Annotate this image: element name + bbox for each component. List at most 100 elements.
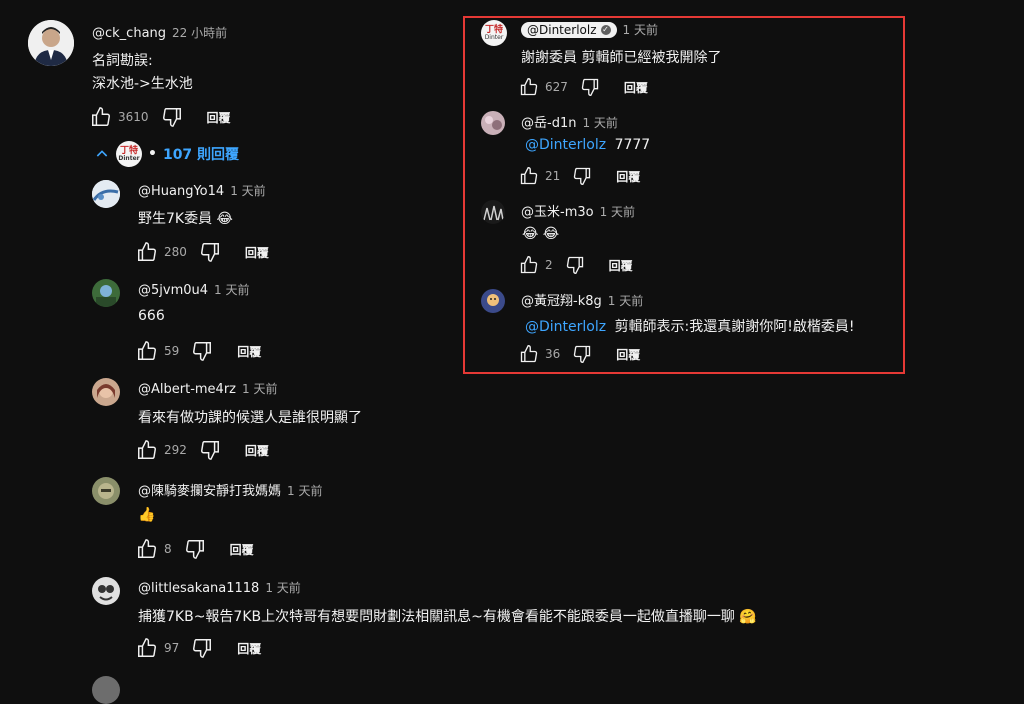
thumb-up-icon[interactable]: [519, 166, 539, 186]
reply-header: @玉米-m3o 1 天前: [521, 201, 635, 220]
thumb-down-icon[interactable]: [191, 340, 213, 362]
reply-avatar[interactable]: [481, 111, 505, 135]
reply-time[interactable]: 1 天前: [608, 292, 643, 309]
reply-button[interactable]: 回覆: [609, 257, 633, 274]
reply-text: 捕獲7KB~報告7KB上次特哥有想要問財劃法相關訊息~有機會看能不能跟委員一起做…: [138, 609, 757, 625]
thumb-up-icon[interactable]: [136, 340, 158, 362]
reply-author[interactable]: @HuangYo14: [138, 184, 224, 199]
reply-text: @Dinterlolz 7777: [525, 137, 650, 153]
reply-avatar[interactable]: [481, 289, 505, 313]
reply-author[interactable]: @littlesakana1118: [138, 581, 259, 596]
reply-actions: 2 回覆: [519, 254, 633, 276]
thumb-up-icon[interactable]: [136, 637, 158, 659]
reply-button[interactable]: 回覆: [616, 168, 640, 185]
creator-badge[interactable]: @Dinterlolz ✓: [521, 21, 617, 38]
main-comment-actions: 3610 回覆: [90, 106, 231, 128]
reply-actions: 21 回覆: [519, 165, 640, 187]
reply-author[interactable]: @黃冠翔-k8g: [521, 290, 602, 309]
reply-button[interactable]: 回覆: [245, 244, 269, 261]
creator-avatar[interactable]: 丁特 Dinter: [481, 20, 507, 46]
reply-mention[interactable]: @Dinterlolz: [525, 319, 606, 335]
reply-actions: 97 回覆: [136, 637, 261, 659]
main-comment-line1: 名詞勘誤:: [92, 53, 153, 69]
reply-header: @5jvm0u4 1 天前: [138, 281, 249, 298]
reply-text: 謝謝委員 剪輯師已經被我開除了: [521, 50, 722, 66]
reply-author[interactable]: @5jvm0u4: [138, 283, 208, 298]
thumb-down-icon[interactable]: [184, 538, 206, 560]
reply-header: @HuangYo14 1 天前: [138, 182, 266, 199]
reply-text: 看來有做功課的候選人是誰很明顯了: [138, 410, 362, 426]
reply-avatar[interactable]: [92, 577, 120, 605]
reply-avatar[interactable]: [92, 279, 120, 307]
reply-button[interactable]: 回覆: [245, 442, 269, 459]
thumb-down-icon[interactable]: [565, 255, 585, 275]
reply-button[interactable]: 回覆: [624, 79, 648, 96]
reply-author[interactable]: @玉米-m3o: [521, 201, 594, 220]
reply-header: @黃冠翔-k8g 1 天前: [521, 290, 643, 309]
reply-author[interactable]: @陳騎麥攔安靜打我媽媽: [138, 480, 281, 499]
reply-button[interactable]: 回覆: [207, 109, 231, 126]
thumb-up-icon[interactable]: [136, 439, 158, 461]
like-count: 292: [164, 443, 187, 457]
comment-time[interactable]: 22 小時前: [172, 24, 227, 41]
reply-avatar[interactable]: [92, 676, 120, 704]
like-count: 8: [164, 542, 172, 556]
reply-time[interactable]: 1 天前: [600, 203, 635, 220]
reply-avatar[interactable]: [92, 180, 120, 208]
reply-time[interactable]: 1 天前: [242, 380, 277, 397]
reply-button[interactable]: 回覆: [230, 541, 254, 558]
thumb-down-icon[interactable]: [199, 439, 221, 461]
thumb-down-icon[interactable]: [580, 77, 600, 97]
reply-avatar[interactable]: [92, 477, 120, 505]
reply-avatar[interactable]: [481, 200, 505, 224]
creator-avatar-chip: 丁特 Dinter: [116, 141, 142, 167]
reply-button[interactable]: 回覆: [237, 343, 261, 360]
reply-avatar[interactable]: [92, 378, 120, 406]
reply-button[interactable]: 回覆: [237, 640, 261, 657]
reply-time[interactable]: 1 天前: [265, 579, 300, 596]
thumb-down-icon[interactable]: [572, 344, 592, 364]
reply-text: 😂 😂: [522, 226, 560, 242]
reply-text: 👍: [138, 507, 156, 523]
thumb-up-icon[interactable]: [519, 77, 539, 97]
reply-author[interactable]: @Albert-me4rz: [138, 382, 236, 397]
like-count: 2: [545, 258, 553, 272]
reply-time[interactable]: 1 天前: [287, 482, 322, 499]
reply-mention[interactable]: @Dinterlolz: [525, 137, 606, 153]
thumb-down-icon[interactable]: [161, 106, 183, 128]
thumb-down-icon[interactable]: [199, 241, 221, 263]
reply-author[interactable]: @岳-d1n: [521, 112, 576, 131]
reply-time[interactable]: 1 天前: [582, 114, 617, 131]
reply-time[interactable]: 1 天前: [230, 182, 265, 199]
check-icon: ✓: [600, 24, 611, 35]
reply-actions: 627 回覆: [519, 76, 648, 98]
reply-header: @littlesakana1118 1 天前: [138, 579, 301, 596]
creator-avatar-line2: Dinter: [484, 33, 504, 41]
reply-actions: 8 回覆: [136, 538, 254, 560]
thumb-up-icon[interactable]: [136, 241, 158, 263]
reply-button[interactable]: 回覆: [616, 346, 640, 363]
chip-line2: Dinter: [118, 154, 140, 162]
comment-author[interactable]: @ck_chang: [92, 26, 166, 41]
thumb-up-icon[interactable]: [519, 344, 539, 364]
like-count: 21: [545, 169, 561, 183]
replies-toggle[interactable]: 丁特 Dinter • 107 則回覆: [94, 141, 239, 167]
main-comment-avatar[interactable]: [28, 20, 74, 66]
chevron-up-icon: [94, 146, 110, 162]
like-count: 627: [545, 80, 568, 94]
thumb-down-icon[interactable]: [572, 166, 592, 186]
main-comment-header: @ck_chang 22 小時前: [92, 24, 227, 41]
like-count: 3610: [118, 110, 149, 124]
replies-count-label: 107 則回覆: [162, 147, 240, 163]
reply-text: @Dinterlolz 剪輯師表示:我還真謝謝你阿!啟楷委員!: [525, 316, 855, 336]
reply-body: 7777: [614, 137, 651, 153]
reply-time[interactable]: 1 天前: [214, 281, 249, 298]
like-count: 97: [164, 641, 180, 655]
thumb-up-icon[interactable]: [136, 538, 158, 560]
dot-separator: •: [148, 146, 157, 162]
thumb-up-icon[interactable]: [90, 106, 112, 128]
thumb-up-icon[interactable]: [519, 255, 539, 275]
thumb-down-icon[interactable]: [191, 637, 213, 659]
reply-header: @陳騎麥攔安靜打我媽媽 1 天前: [138, 480, 322, 499]
reply-time[interactable]: 1 天前: [623, 21, 658, 38]
